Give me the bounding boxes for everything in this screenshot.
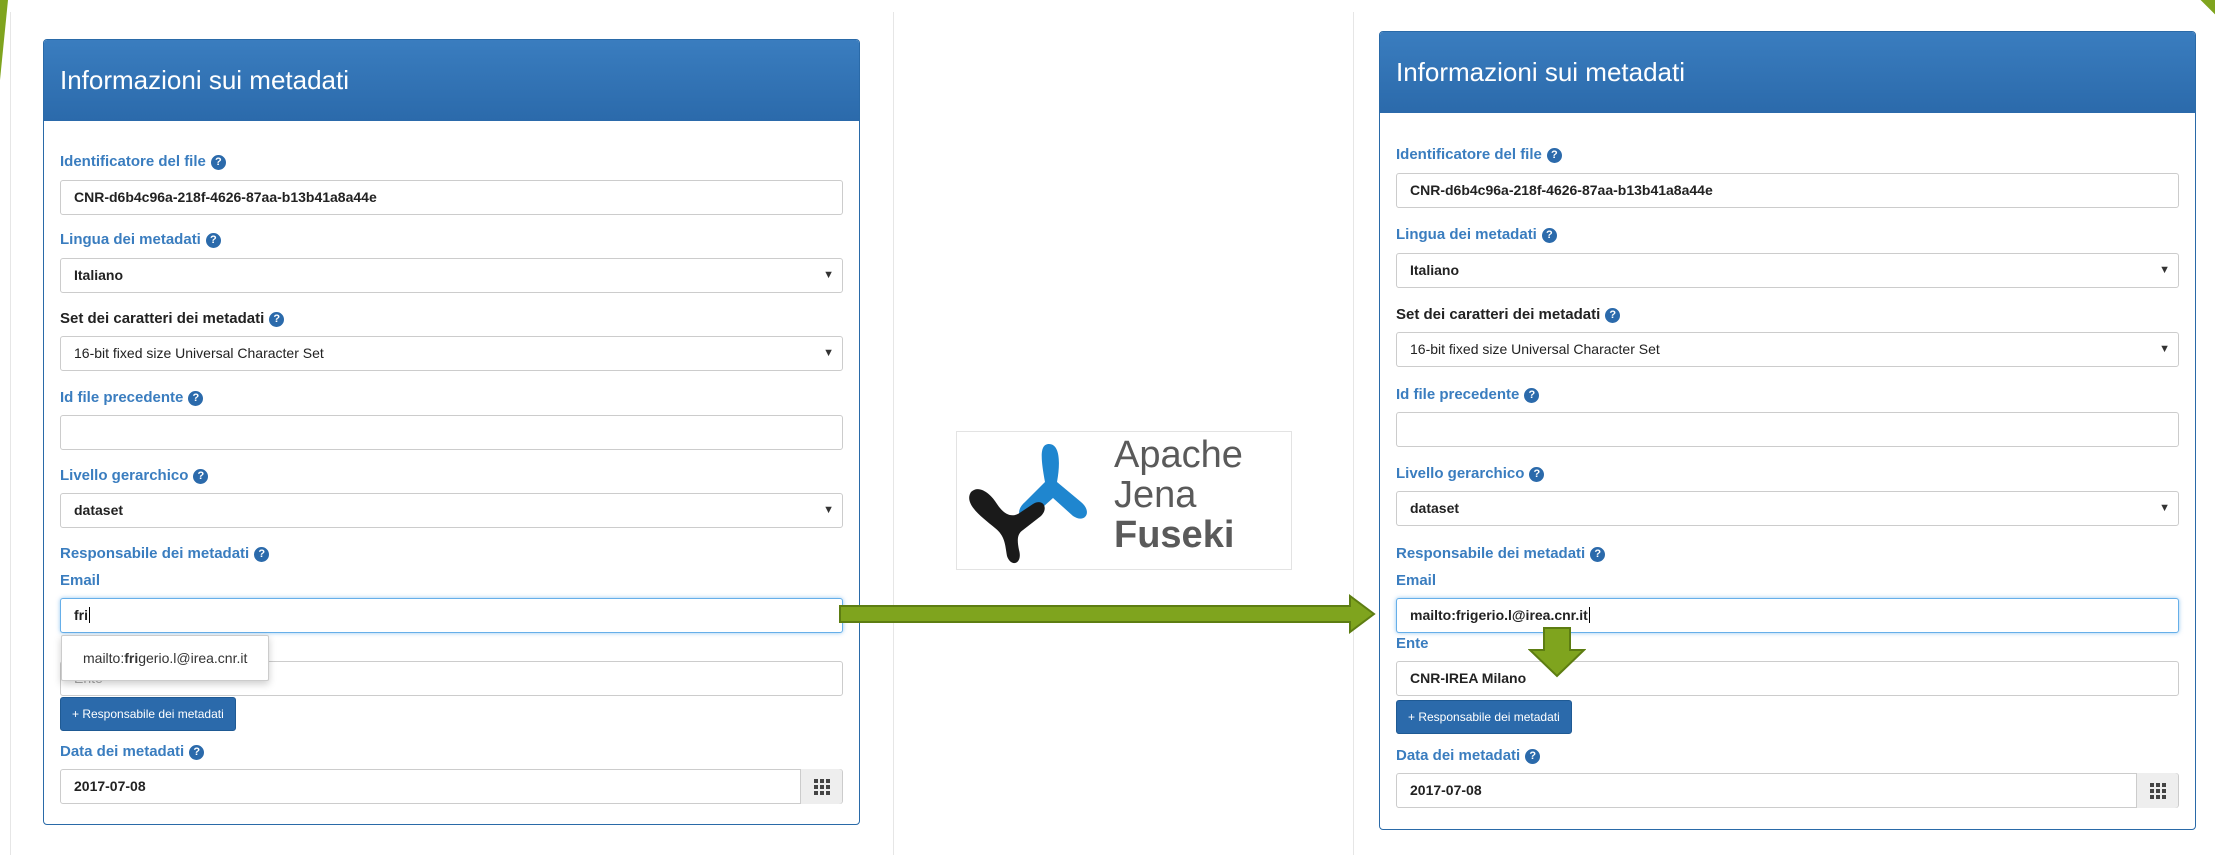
help-icon[interactable]: ? xyxy=(193,469,209,484)
help-icon[interactable]: ? xyxy=(205,233,221,248)
prev-id-label: Id file precedente? xyxy=(60,389,204,406)
lang-label: Lingua dei metadati? xyxy=(1396,226,1557,243)
resp-label: Responsabile dei metadati? xyxy=(1396,545,1606,562)
logo-text-apache: Apache xyxy=(1114,434,1243,476)
date-input[interactable]: 2017-07-08 xyxy=(1396,773,2179,808)
lang-label: Lingua dei metadati? xyxy=(60,231,221,248)
ente-input[interactable]: CNR-IREA Milano xyxy=(1396,661,2179,696)
help-icon[interactable]: ? xyxy=(1541,228,1557,243)
file-id-label: Identificatore del file? xyxy=(60,153,226,170)
prev-id-input[interactable] xyxy=(60,415,843,450)
charset-label: Set dei caratteri dei metadati? xyxy=(60,310,285,327)
charset-select[interactable]: 16-bit fixed size Universal Character Se… xyxy=(60,336,843,371)
level-label: Livello gerarchico? xyxy=(60,467,209,484)
logo-text-fuseki: Fuseki xyxy=(1114,514,1235,556)
arrow-right-icon xyxy=(839,594,1376,634)
level-label: Livello gerarchico? xyxy=(1396,465,1545,482)
dropdown-caret-icon: ▼ xyxy=(823,504,834,516)
divider xyxy=(893,12,894,855)
calendar-grid-icon xyxy=(2149,782,2166,799)
metadata-panel-left: Informazioni sui metadati Identificatore… xyxy=(43,39,860,825)
date-label: Data dei metadati? xyxy=(1396,747,1541,764)
help-icon[interactable]: ? xyxy=(1524,388,1540,403)
ente-label: Ente xyxy=(1396,635,1429,652)
add-responsible-button[interactable]: + Responsabile dei metadati xyxy=(1396,700,1572,734)
dropdown-caret-icon: ▼ xyxy=(2159,343,2170,355)
help-icon[interactable]: ? xyxy=(1525,749,1541,764)
corner-decoration xyxy=(0,0,8,80)
help-icon[interactable]: ? xyxy=(189,745,205,760)
help-icon[interactable]: ? xyxy=(269,312,285,327)
lang-select[interactable]: Italiano ▼ xyxy=(1396,253,2179,288)
file-id-input[interactable]: CNR-d6b4c96a-218f-4626-87aa-b13b41a8a44e xyxy=(1396,173,2179,208)
help-icon[interactable]: ? xyxy=(210,155,226,170)
help-icon[interactable]: ? xyxy=(1529,467,1545,482)
add-responsible-button[interactable]: + Responsabile dei metadati xyxy=(60,697,236,731)
email-input[interactable]: fri xyxy=(60,598,843,633)
prev-id-label: Id file precedente? xyxy=(1396,386,1540,403)
email-label: Email xyxy=(60,572,101,589)
date-label: Data dei metadati? xyxy=(60,743,205,760)
email-label: Email xyxy=(1396,572,1437,589)
file-id-label: Identificatore del file? xyxy=(1396,146,1562,163)
logo-text-jena: Jena xyxy=(1114,474,1197,516)
dropdown-caret-icon: ▼ xyxy=(823,269,834,281)
corner-decoration xyxy=(2200,0,2215,15)
help-icon[interactable]: ? xyxy=(1546,148,1562,163)
panel-title: Informazioni sui metadati xyxy=(1380,32,2195,113)
level-select[interactable]: dataset ▼ xyxy=(1396,491,2179,526)
dropdown-caret-icon: ▼ xyxy=(2159,502,2170,514)
help-icon[interactable]: ? xyxy=(188,391,204,406)
level-select[interactable]: dataset ▼ xyxy=(60,493,843,528)
date-input[interactable]: 2017-07-08 xyxy=(60,769,843,804)
charset-label: Set dei caratteri dei metadati? xyxy=(1396,306,1621,323)
text-cursor xyxy=(89,607,90,623)
calendar-button[interactable] xyxy=(2136,773,2178,808)
divider xyxy=(1353,12,1354,855)
prev-id-input[interactable] xyxy=(1396,412,2179,447)
fuseki-logo-icon xyxy=(969,444,1087,564)
file-id-input[interactable]: CNR-d6b4c96a-218f-4626-87aa-b13b41a8a44e xyxy=(60,180,843,215)
lang-select[interactable]: Italiano ▼ xyxy=(60,258,843,293)
metadata-panel-right: Informazioni sui metadati Identificatore… xyxy=(1379,31,2196,830)
dropdown-caret-icon: ▼ xyxy=(823,347,834,359)
help-icon[interactable]: ? xyxy=(1605,308,1621,323)
fuseki-logo: Apache Jena Fuseki xyxy=(956,431,1292,570)
divider xyxy=(10,12,11,855)
dropdown-caret-icon: ▼ xyxy=(2159,264,2170,276)
autocomplete-suggestion[interactable]: mailto:frigerio.l@irea.cnr.it xyxy=(61,635,270,681)
email-input[interactable]: mailto:frigerio.l@irea.cnr.it xyxy=(1396,598,2179,633)
charset-select[interactable]: 16-bit fixed size Universal Character Se… xyxy=(1396,332,2179,367)
help-icon[interactable]: ? xyxy=(254,547,270,562)
calendar-grid-icon xyxy=(813,778,830,795)
calendar-button[interactable] xyxy=(800,769,842,804)
text-cursor xyxy=(1588,607,1590,623)
resp-label: Responsabile dei metadati? xyxy=(60,545,270,562)
panel-title: Informazioni sui metadati xyxy=(44,40,859,121)
arrow-down-icon xyxy=(1528,627,1586,678)
help-icon[interactable]: ? xyxy=(1590,547,1606,562)
